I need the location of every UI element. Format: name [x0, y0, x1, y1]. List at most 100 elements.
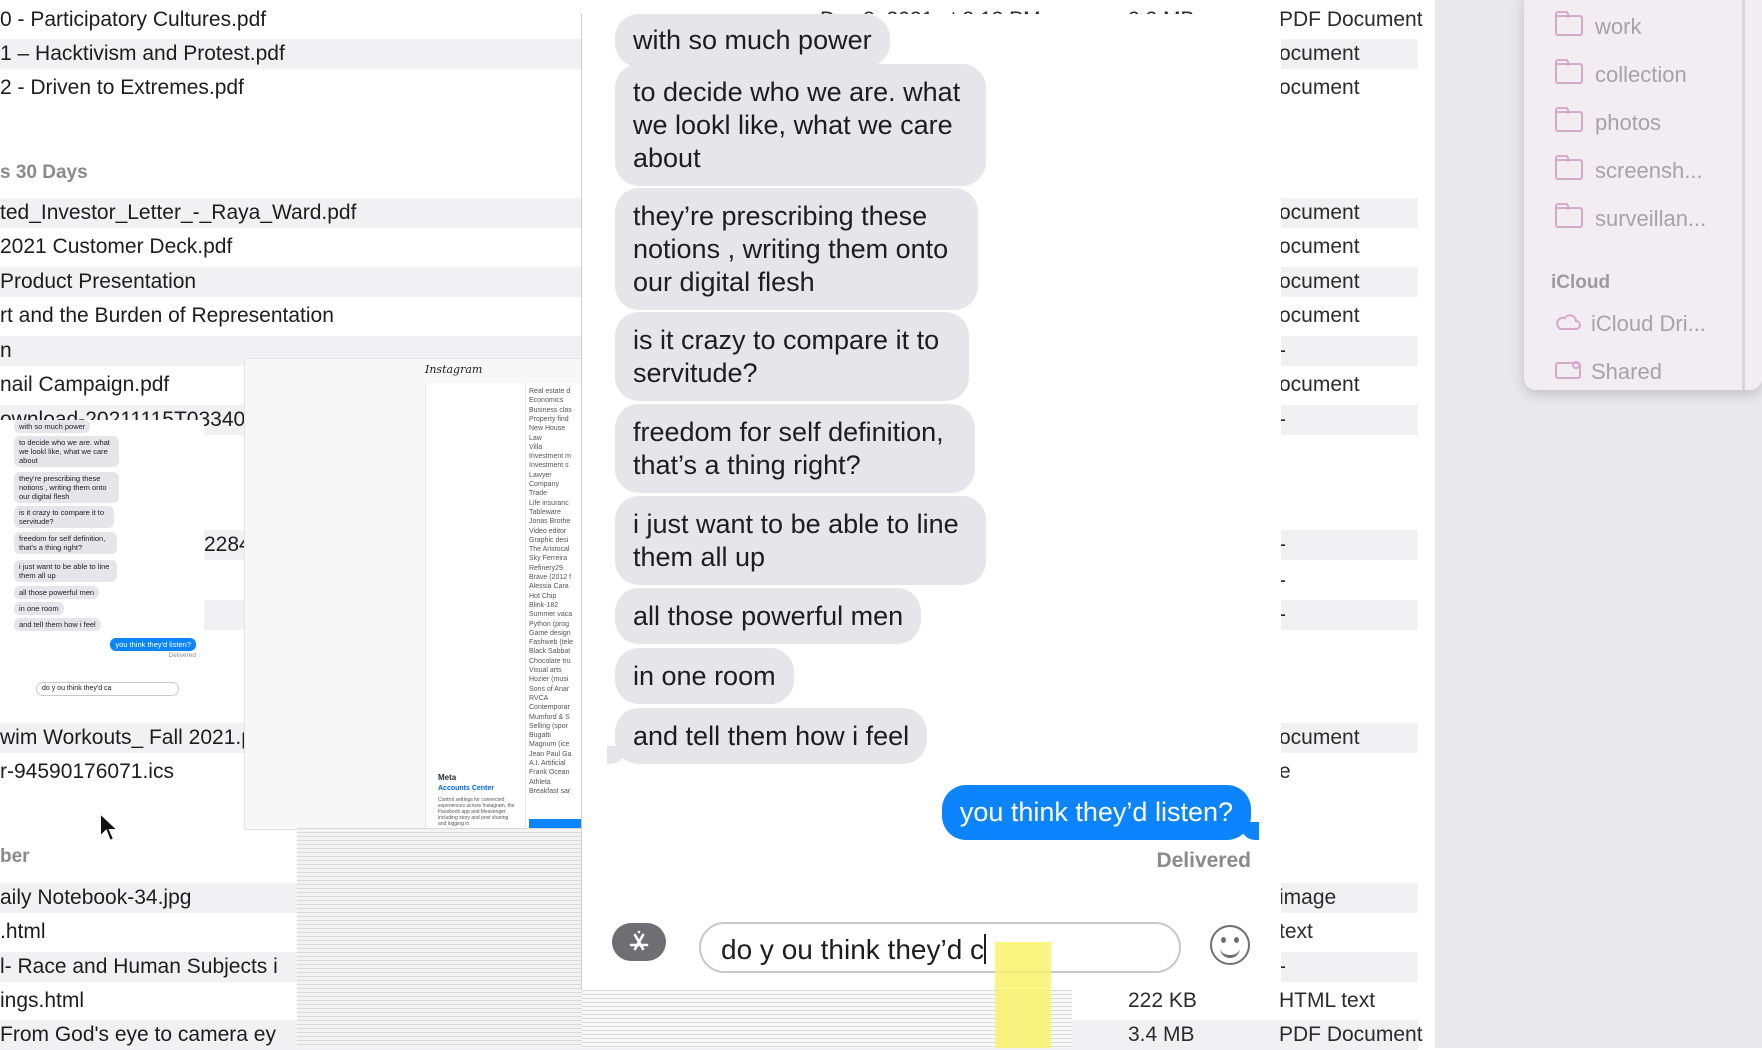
interest-item[interactable]: Lawyer — [529, 471, 552, 480]
sent-message[interactable]: you think they’d listen? — [941, 785, 1260, 840]
file-name: 2 - Driven to Extremes.pdf — [0, 76, 244, 99]
sidebar-scrollbar[interactable] — [1742, 0, 1745, 390]
sidebar-item-photos[interactable]: photos — [1555, 107, 1662, 136]
file-name: 1 – Hacktivism and Protest.pdf — [0, 42, 285, 65]
interest-item[interactable]: Graphic desi — [529, 536, 568, 545]
interest-item[interactable]: Trade — [529, 489, 547, 498]
interest-item[interactable]: Alessia Cara — [529, 582, 569, 591]
folder-icon — [1555, 203, 1583, 228]
interest-item[interactable]: Summer vaca — [529, 610, 572, 619]
messages-thumbnail: with so much power to decide who we are. … — [0, 420, 204, 705]
interest-item[interactable]: Villa — [529, 443, 542, 452]
interest-item[interactable]: Company — [529, 480, 559, 489]
interest-item[interactable]: Hozier (musi — [529, 675, 568, 684]
interest-item[interactable]: Jean Paul Ga — [529, 750, 571, 759]
interest-item[interactable]: Investment m — [529, 452, 571, 461]
received-message[interactable]: all those powerful men — [615, 588, 922, 644]
received-message[interactable]: to decide who we are. what we lookl like… — [615, 64, 986, 186]
file-kind: ocument — [1279, 201, 1360, 224]
interest-item[interactable]: Athleta — [529, 778, 551, 787]
interest-item[interactable]: Fashweb (tele — [529, 638, 573, 647]
delivery-status: Delivered — [1156, 849, 1251, 872]
received-message[interactable]: i just want to be able to line them all … — [615, 496, 986, 585]
interest-item[interactable]: Mumford & S — [529, 713, 570, 722]
sidebar-item-label: screensh... — [1595, 158, 1703, 183]
messages-window: with so much power to decide who we are.… — [581, 14, 1281, 990]
sidebar-item-label: surveillan... — [1595, 206, 1707, 231]
interest-item[interactable]: Life insuranc — [529, 499, 569, 508]
interest-item[interactable]: Investment s — [529, 461, 569, 470]
received-message[interactable]: with so much power — [615, 14, 890, 67]
interest-item[interactable]: Contemporar — [529, 703, 570, 712]
interest-item[interactable]: Law — [529, 434, 542, 443]
interest-item[interactable]: Game design — [529, 629, 571, 638]
sidebar-item-screenshots[interactable]: screensh... — [1555, 155, 1703, 184]
thumbnail-delivered: Delivered — [168, 652, 196, 659]
received-message[interactable]: they’re prescribing these notions , writ… — [615, 188, 978, 310]
sidebar-item-work[interactable]: work — [1555, 11, 1641, 40]
received-message[interactable]: is it crazy to compare it to servitude? — [615, 312, 969, 401]
interest-item[interactable]: Bugatti — [529, 731, 551, 740]
interest-item[interactable]: A.I. Artificial — [529, 759, 566, 768]
file-kind: ocument — [1279, 304, 1360, 327]
emoji-icon[interactable] — [1210, 925, 1250, 965]
file-name: ted_Investor_Letter_-_Raya_Ward.pdf — [0, 201, 357, 224]
thumbnail-bubble: i just want to be able to line them all … — [14, 560, 117, 582]
interest-item[interactable]: Frank Ocean — [529, 768, 569, 777]
received-message[interactable]: and tell them how i feel — [606, 708, 928, 764]
sidebar-item-collection[interactable]: collection — [1555, 59, 1687, 88]
interest-item[interactable]: RVCA — [529, 694, 548, 703]
sidebar-item-label: iCloud Dri... — [1591, 311, 1706, 336]
interest-item[interactable]: New House — [529, 424, 565, 433]
thumbnail-sent-bubble: you think they'd listen? — [110, 638, 196, 651]
interest-item[interactable]: Chocolate tru — [529, 657, 571, 666]
cloud-icon — [1555, 311, 1581, 337]
interest-item[interactable]: Python (prog — [529, 620, 569, 629]
interest-item[interactable]: The Aristocal — [529, 545, 569, 554]
sidebar-item-shared[interactable]: Shared — [1555, 359, 1662, 385]
interest-item[interactable]: Visual arts — [529, 666, 562, 675]
interest-item[interactable]: Tableware — [529, 508, 561, 517]
thumbnail-bubble: all those powerful men — [14, 586, 100, 599]
interest-item[interactable]: Blink-182 — [529, 601, 558, 610]
interest-item[interactable]: Business clas — [529, 406, 572, 415]
interest-item[interactable]: Jonas Brothe — [529, 517, 570, 526]
message-input[interactable]: do y ou think they’d c — [699, 922, 1181, 973]
file-kind: PDF Document — [1279, 8, 1423, 31]
file-name: rt and the Burden of Representation — [0, 304, 334, 327]
file-name: aily Notebook-34.jpg — [0, 886, 192, 909]
interest-item[interactable]: Brave (2012 f — [529, 573, 571, 582]
file-kind: image — [1279, 886, 1337, 909]
interest-item[interactable]: Black Sabbat — [529, 647, 570, 656]
interest-item[interactable]: Breakfast sar — [529, 787, 570, 796]
sidebar-item-label: photos — [1595, 110, 1662, 135]
interest-item[interactable]: Video editor — [529, 527, 566, 536]
interest-item[interactable]: Hot Chip — [529, 592, 556, 601]
interest-item[interactable]: Sons of Anar — [529, 685, 569, 694]
save-button[interactable] — [529, 819, 581, 828]
sidebar-item-icloud-drive[interactable]: iCloud Dri... — [1555, 311, 1706, 337]
folder-icon — [1555, 107, 1583, 132]
sidebar-item-label: collection — [1595, 62, 1687, 87]
received-message[interactable]: freedom for self definition, that’s a th… — [615, 404, 975, 493]
interest-item[interactable]: Magnum (ice — [529, 740, 569, 749]
interest-item[interactable]: Real estate d — [529, 387, 570, 396]
mouse-pointer-icon — [98, 810, 122, 850]
apps-button[interactable] — [612, 923, 666, 961]
meta-logo: Meta — [438, 773, 457, 782]
interest-item[interactable]: Property find — [529, 415, 569, 424]
received-message[interactable]: in one room — [615, 648, 794, 704]
file-name: l- Race and Human Subjects i — [0, 955, 278, 978]
sidebar-item-surveillance[interactable]: surveillan... — [1555, 203, 1707, 232]
thumbnail-input: do y ou think they'd ca — [36, 682, 179, 696]
file-name: ings.html — [0, 989, 85, 1012]
interest-item[interactable]: Selling (spor — [529, 722, 568, 731]
file-size: 222 KB — [1128, 989, 1197, 1012]
folder-icon — [1555, 155, 1583, 180]
thumbnail-bubble: and tell them how i feel — [14, 618, 101, 631]
folder-icon — [1555, 11, 1583, 36]
section-header: s 30 Days — [0, 162, 88, 183]
interest-item[interactable]: Sky Ferreira — [529, 554, 567, 563]
interest-item[interactable]: Economics — [529, 396, 563, 405]
interest-item[interactable]: Refinery29 — [529, 564, 563, 573]
